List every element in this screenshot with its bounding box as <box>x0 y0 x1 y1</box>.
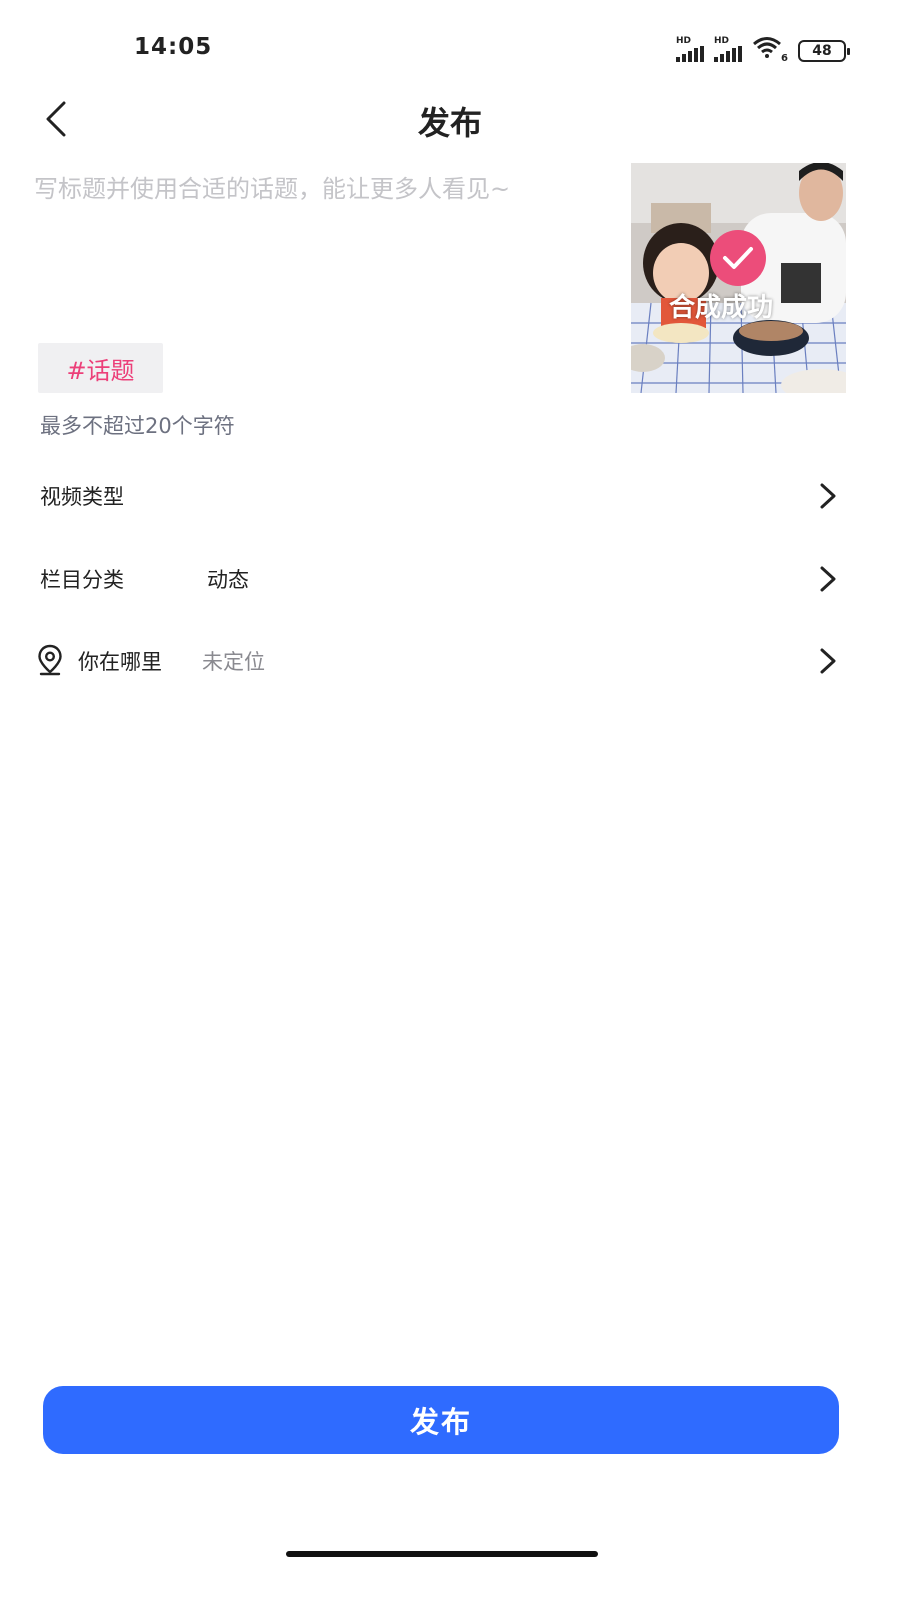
chevron-right-icon <box>820 483 836 509</box>
synthesis-status: 合成成功 <box>669 293 774 323</box>
home-indicator[interactable] <box>286 1551 598 1557</box>
char-limit-hint: 最多不超过20个字符 <box>40 414 235 438</box>
category-label: 栏目分类 <box>40 568 124 592</box>
video-type-row[interactable]: 视频类型 <box>0 461 900 531</box>
chevron-right-icon <box>820 566 836 592</box>
category-row[interactable]: 栏目分类 动态 <box>0 544 900 614</box>
signal-icon: HD <box>676 37 704 62</box>
chevron-right-icon <box>820 648 836 674</box>
check-icon <box>710 230 766 286</box>
wifi-icon: 6 <box>752 36 788 64</box>
publish-button[interactable]: 发布 <box>43 1386 839 1454</box>
page-title: 发布 <box>417 104 482 142</box>
category-value: 动态 <box>207 568 249 592</box>
location-label: 你在哪里 <box>78 650 162 674</box>
location-pin-icon <box>38 644 62 676</box>
caption-input[interactable] <box>34 172 604 322</box>
signal-icon: HD <box>714 37 742 62</box>
location-row[interactable]: 你在哪里 未定位 <box>0 626 900 696</box>
status-icons: HD HD 6 48 <box>676 36 850 64</box>
status-time: 14:05 <box>134 34 213 60</box>
video-thumbnail[interactable]: 合成成功 <box>631 163 846 393</box>
topic-tag-button[interactable]: #话题 <box>38 343 163 393</box>
location-value: 未定位 <box>202 650 265 674</box>
video-type-label: 视频类型 <box>40 485 124 509</box>
battery-icon: 48 <box>798 40 850 62</box>
nav-bar: 发布 <box>0 90 900 150</box>
status-bar: 14:05 HD HD 6 48 <box>0 0 900 90</box>
